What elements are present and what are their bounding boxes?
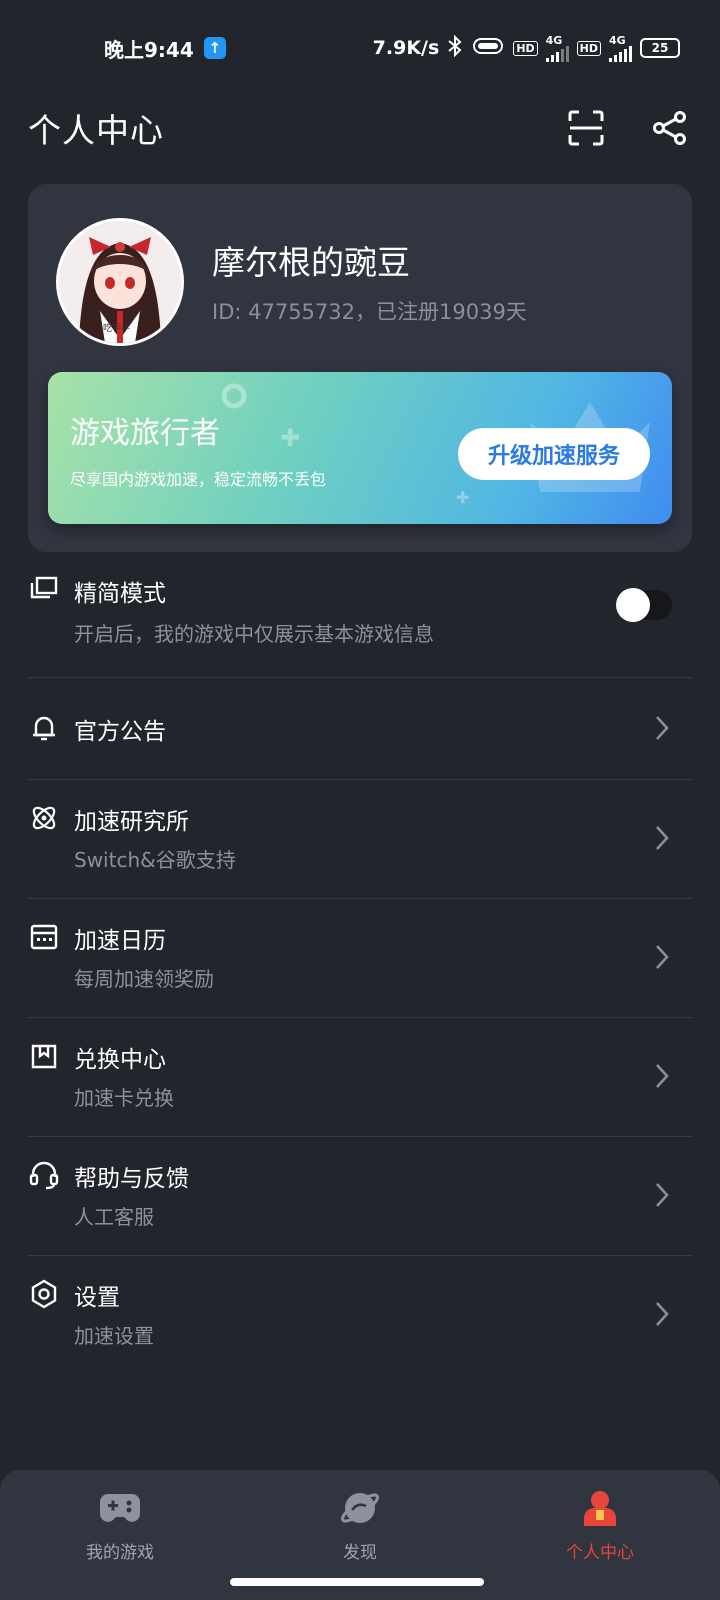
profile-card: 吃手手 摩尔根的豌豆 ID: 47755732，已注册19039天 ✚ ✚ 游戏… xyxy=(28,184,692,552)
page-title: 个人中心 xyxy=(28,111,164,150)
menu-title-calendar: 加速日历 xyxy=(74,928,166,954)
chevron-right-icon xyxy=(656,945,669,969)
bell-icon xyxy=(28,712,60,744)
nav-label-games: 我的游戏 xyxy=(86,1543,154,1563)
network-type-1: 4G xyxy=(545,33,563,47)
menu-title-lab: 加速研究所 xyxy=(74,809,189,835)
home-indicator[interactable] xyxy=(230,1578,484,1586)
chevron-right-icon xyxy=(656,1183,669,1207)
tab-profile[interactable]: 个人中心 xyxy=(480,1470,720,1600)
menu-subtitle-calendar: 每周加速领奖励 xyxy=(74,967,214,991)
settings-hexagon-icon xyxy=(28,1278,60,1310)
scan-icon xyxy=(568,110,604,146)
menu-item-calendar[interactable]: 加速日历 每周加速领奖励 xyxy=(28,899,692,1018)
menu-item-simple-mode: 精简模式 开启后，我的游戏中仅展示基本游戏信息 xyxy=(28,560,692,678)
vip-title: 游戏旅行者 xyxy=(70,416,220,451)
status-bar: 晚上9:44 ↑ 7.9K/s HD 4G HD 4G 25 xyxy=(0,0,720,96)
menu-item-settings[interactable]: 设置 加速设置 xyxy=(28,1256,692,1375)
network-speed: 7.9K/s xyxy=(372,37,440,59)
simple-mode-toggle[interactable] xyxy=(616,588,672,622)
vip-description: 尽享国内游戏加速，稳定流畅不丢包 xyxy=(70,470,327,489)
chevron-right-icon xyxy=(656,826,669,850)
bluetooth-icon xyxy=(447,34,463,62)
vip-banner[interactable]: ✚ ✚ 游戏旅行者 尽享国内游戏加速，稳定流畅不丢包 升级加速服务 xyxy=(48,372,672,524)
signal-bars-2-icon xyxy=(609,45,632,62)
username: 摩尔根的豌豆 xyxy=(212,243,410,282)
chevron-right-icon xyxy=(656,716,669,740)
hd-badge-1: HD xyxy=(513,40,538,56)
menu-title-simple-mode: 精简模式 xyxy=(74,581,166,607)
menu-item-announcement[interactable]: 官方公告 xyxy=(28,678,692,780)
planet-icon xyxy=(336,1484,384,1532)
signal-bars-1-icon xyxy=(545,45,569,62)
upgrade-service-button[interactable]: 升级加速服务 xyxy=(458,428,650,480)
avatar[interactable]: 吃手手 xyxy=(56,218,184,346)
calendar-icon xyxy=(28,921,60,953)
scan-button[interactable] xyxy=(564,106,608,150)
menu-subtitle-settings: 加速设置 xyxy=(74,1324,154,1348)
menu-item-help[interactable]: 帮助与反馈 人工客服 xyxy=(28,1137,692,1256)
menu-title-announcement: 官方公告 xyxy=(74,719,166,745)
battery-indicator: 25 xyxy=(640,38,680,58)
share-icon xyxy=(653,111,686,145)
menu-item-exchange[interactable]: 兑换中心 加速卡兑换 xyxy=(28,1018,692,1137)
menu-title-settings: 设置 xyxy=(74,1285,120,1311)
upload-icon: ↑ xyxy=(203,37,226,59)
status-time: 晚上9:44 xyxy=(104,37,194,62)
gamepad-icon xyxy=(96,1484,144,1532)
menu-item-lab[interactable]: 加速研究所 Switch&谷歌支持 xyxy=(28,780,692,899)
menu-subtitle-simple-mode: 开启后，我的游戏中仅展示基本游戏信息 xyxy=(74,622,434,646)
page-header: 个人中心 xyxy=(0,96,720,160)
user-id: ID: 47755732，已注册19039天 xyxy=(212,300,527,324)
tab-my-games[interactable]: 我的游戏 xyxy=(0,1470,240,1600)
nav-label-profile: 个人中心 xyxy=(566,1543,634,1563)
settings-menu: 精简模式 开启后，我的游戏中仅展示基本游戏信息 官方公告 加速研究所 Switc… xyxy=(28,560,692,1375)
status-right: 7.9K/s HD 4G HD 4G 25 xyxy=(372,33,680,62)
signal-1: 4G xyxy=(545,33,569,62)
status-left: 晚上9:44 ↑ xyxy=(104,34,226,63)
menu-subtitle-lab: Switch&谷歌支持 xyxy=(74,848,236,872)
menu-title-help: 帮助与反馈 xyxy=(74,1166,189,1192)
headset-icon xyxy=(28,1159,60,1191)
plus-decoration-icon: ✚ xyxy=(280,424,301,452)
ring-decoration-icon xyxy=(220,382,248,414)
share-button[interactable] xyxy=(648,106,692,150)
menu-subtitle-exchange: 加速卡兑换 xyxy=(74,1086,174,1110)
simple-mode-icon xyxy=(28,572,60,604)
menu-subtitle-help: 人工客服 xyxy=(74,1205,154,1229)
user-profile-icon xyxy=(576,1484,624,1532)
chevron-right-icon xyxy=(656,1064,669,1088)
avatar-caption: 吃手手 xyxy=(103,324,131,334)
toggle-knob xyxy=(616,588,650,622)
vibrate-icon xyxy=(471,36,505,61)
nav-label-discover: 发现 xyxy=(343,1543,377,1563)
gift-box-icon xyxy=(28,1040,60,1072)
signal-2: 4G xyxy=(609,35,632,62)
hd-badge-2: HD xyxy=(576,40,601,56)
menu-title-exchange: 兑换中心 xyxy=(74,1047,166,1073)
plus-decoration-small-icon: ✚ xyxy=(456,488,470,507)
atom-icon xyxy=(28,802,60,834)
chevron-right-icon xyxy=(656,1302,669,1326)
network-type-2: 4G xyxy=(609,33,626,47)
